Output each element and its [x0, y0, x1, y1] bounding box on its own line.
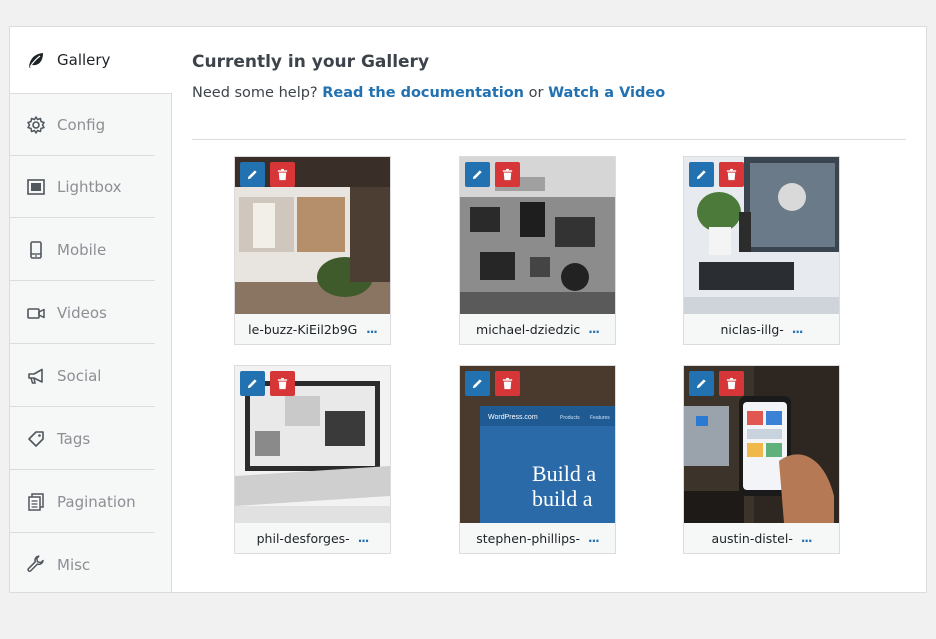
- tab-label: Lightbox: [57, 177, 122, 196]
- edit-button[interactable]: [240, 162, 265, 187]
- delete-button[interactable]: [495, 162, 520, 187]
- help-prefix: Need some help?: [192, 85, 318, 101]
- tab-pagination[interactable]: Pagination: [10, 471, 155, 533]
- tab-misc[interactable]: Misc: [10, 534, 155, 596]
- gallery-item[interactable]: le-buzz-KiEil2b9Gk ...: [234, 156, 391, 345]
- pencil-icon: [696, 379, 706, 389]
- delete-button[interactable]: [270, 371, 295, 396]
- wp-headline-1: Build a: [532, 461, 596, 486]
- tab-tags[interactable]: Tags: [10, 408, 155, 470]
- tab-label: Pagination: [57, 492, 136, 511]
- delete-button[interactable]: [270, 162, 295, 187]
- tab-label: Videos: [57, 303, 107, 322]
- wp-menu-products: Products: [560, 415, 580, 421]
- tab-mobile[interactable]: Mobile: [10, 219, 155, 281]
- tag-icon: [26, 429, 46, 449]
- tab-label: Gallery: [57, 51, 111, 69]
- tab-lightbox[interactable]: Lightbox: [10, 156, 155, 218]
- pencil-icon: [472, 170, 482, 180]
- lightbox-icon: [26, 177, 46, 197]
- tab-label: Mobile: [57, 240, 107, 259]
- trash-icon: [502, 377, 513, 390]
- filename: niclas-illg-: [720, 321, 784, 337]
- trash-icon: [277, 377, 288, 390]
- trash-icon: [277, 168, 288, 181]
- image-caption: le-buzz-KiEil2b9Gk ...: [235, 314, 390, 344]
- video-link[interactable]: Watch a Video: [548, 85, 665, 101]
- delete-button[interactable]: [495, 371, 520, 396]
- filename: phil-desforges-: [256, 530, 350, 546]
- tab-config[interactable]: Config: [10, 94, 155, 156]
- settings-panel: Gallery Config Lightbox Mobile Videos So…: [9, 26, 927, 593]
- page-title: Currently in your Gallery: [192, 52, 430, 72]
- mobile-icon: [26, 240, 46, 260]
- filename: austin-distel-: [711, 530, 793, 546]
- divider: [192, 139, 906, 140]
- filename: michael-dziedzic: [476, 321, 581, 337]
- edit-button[interactable]: [465, 162, 490, 187]
- image-caption: michael-dziedzic ...: [460, 314, 615, 344]
- delete-button[interactable]: [719, 162, 744, 187]
- pencil-icon: [247, 379, 257, 389]
- gallery-item[interactable]: michael-dziedzic ...: [459, 156, 616, 345]
- gallery-main: Currently in your Gallery Need some help…: [192, 27, 906, 592]
- documentation-link[interactable]: Read the documentation: [322, 85, 524, 101]
- pencil-icon: [247, 170, 257, 180]
- gallery-item[interactable]: niclas-illg- ...: [683, 156, 840, 345]
- more-options-button[interactable]: ...: [801, 531, 813, 545]
- gallery-item[interactable]: WordPress.com Products Features Build a …: [459, 365, 616, 554]
- image-caption: stephen-phillips- ...: [460, 523, 615, 553]
- more-options-button[interactable]: ...: [366, 322, 378, 336]
- gear-icon: [26, 115, 46, 135]
- more-options-button[interactable]: ...: [792, 322, 804, 336]
- wp-brand: WordPress.com: [488, 414, 538, 421]
- wp-headline-2: build a: [532, 486, 593, 511]
- tab-videos[interactable]: Videos: [10, 282, 155, 344]
- pages-icon: [26, 492, 46, 512]
- more-options-button[interactable]: ...: [358, 531, 370, 545]
- help-text: Need some help? Read the documentation o…: [192, 85, 665, 101]
- wp-menu-features: Features: [590, 415, 610, 421]
- image-caption: austin-distel- ...: [684, 523, 839, 553]
- delete-button[interactable]: [719, 371, 744, 396]
- edit-button[interactable]: [465, 371, 490, 396]
- settings-sidebar: Gallery Config Lightbox Mobile Videos So…: [10, 27, 172, 592]
- pencil-icon: [696, 170, 706, 180]
- trash-icon: [726, 377, 737, 390]
- video-camera-icon: [26, 303, 46, 323]
- more-options-button[interactable]: ...: [588, 531, 600, 545]
- tab-gallery[interactable]: Gallery: [10, 27, 172, 94]
- edit-button[interactable]: [689, 162, 714, 187]
- edit-button[interactable]: [240, 371, 265, 396]
- megaphone-icon: [26, 366, 46, 386]
- edit-button[interactable]: [689, 371, 714, 396]
- tab-label: Social: [57, 366, 102, 385]
- pencil-icon: [472, 379, 482, 389]
- tab-social[interactable]: Social: [10, 345, 155, 407]
- gallery-item[interactable]: phil-desforges- ...: [234, 365, 391, 554]
- tab-label: Misc: [57, 556, 91, 574]
- filename: stephen-phillips-: [476, 530, 581, 546]
- gallery-item[interactable]: austin-distel- ...: [683, 365, 840, 554]
- trash-icon: [726, 168, 737, 181]
- image-caption: phil-desforges- ...: [235, 523, 390, 553]
- trash-icon: [502, 168, 513, 181]
- more-options-button[interactable]: ...: [588, 322, 600, 336]
- help-or: or: [528, 85, 544, 101]
- filename: le-buzz-KiEil2b9Gk: [248, 321, 359, 337]
- tab-label: Config: [57, 115, 106, 134]
- wrench-icon: [26, 555, 46, 575]
- leaf-icon: [26, 50, 46, 70]
- image-caption: niclas-illg- ...: [684, 314, 839, 344]
- tab-label: Tags: [57, 429, 91, 448]
